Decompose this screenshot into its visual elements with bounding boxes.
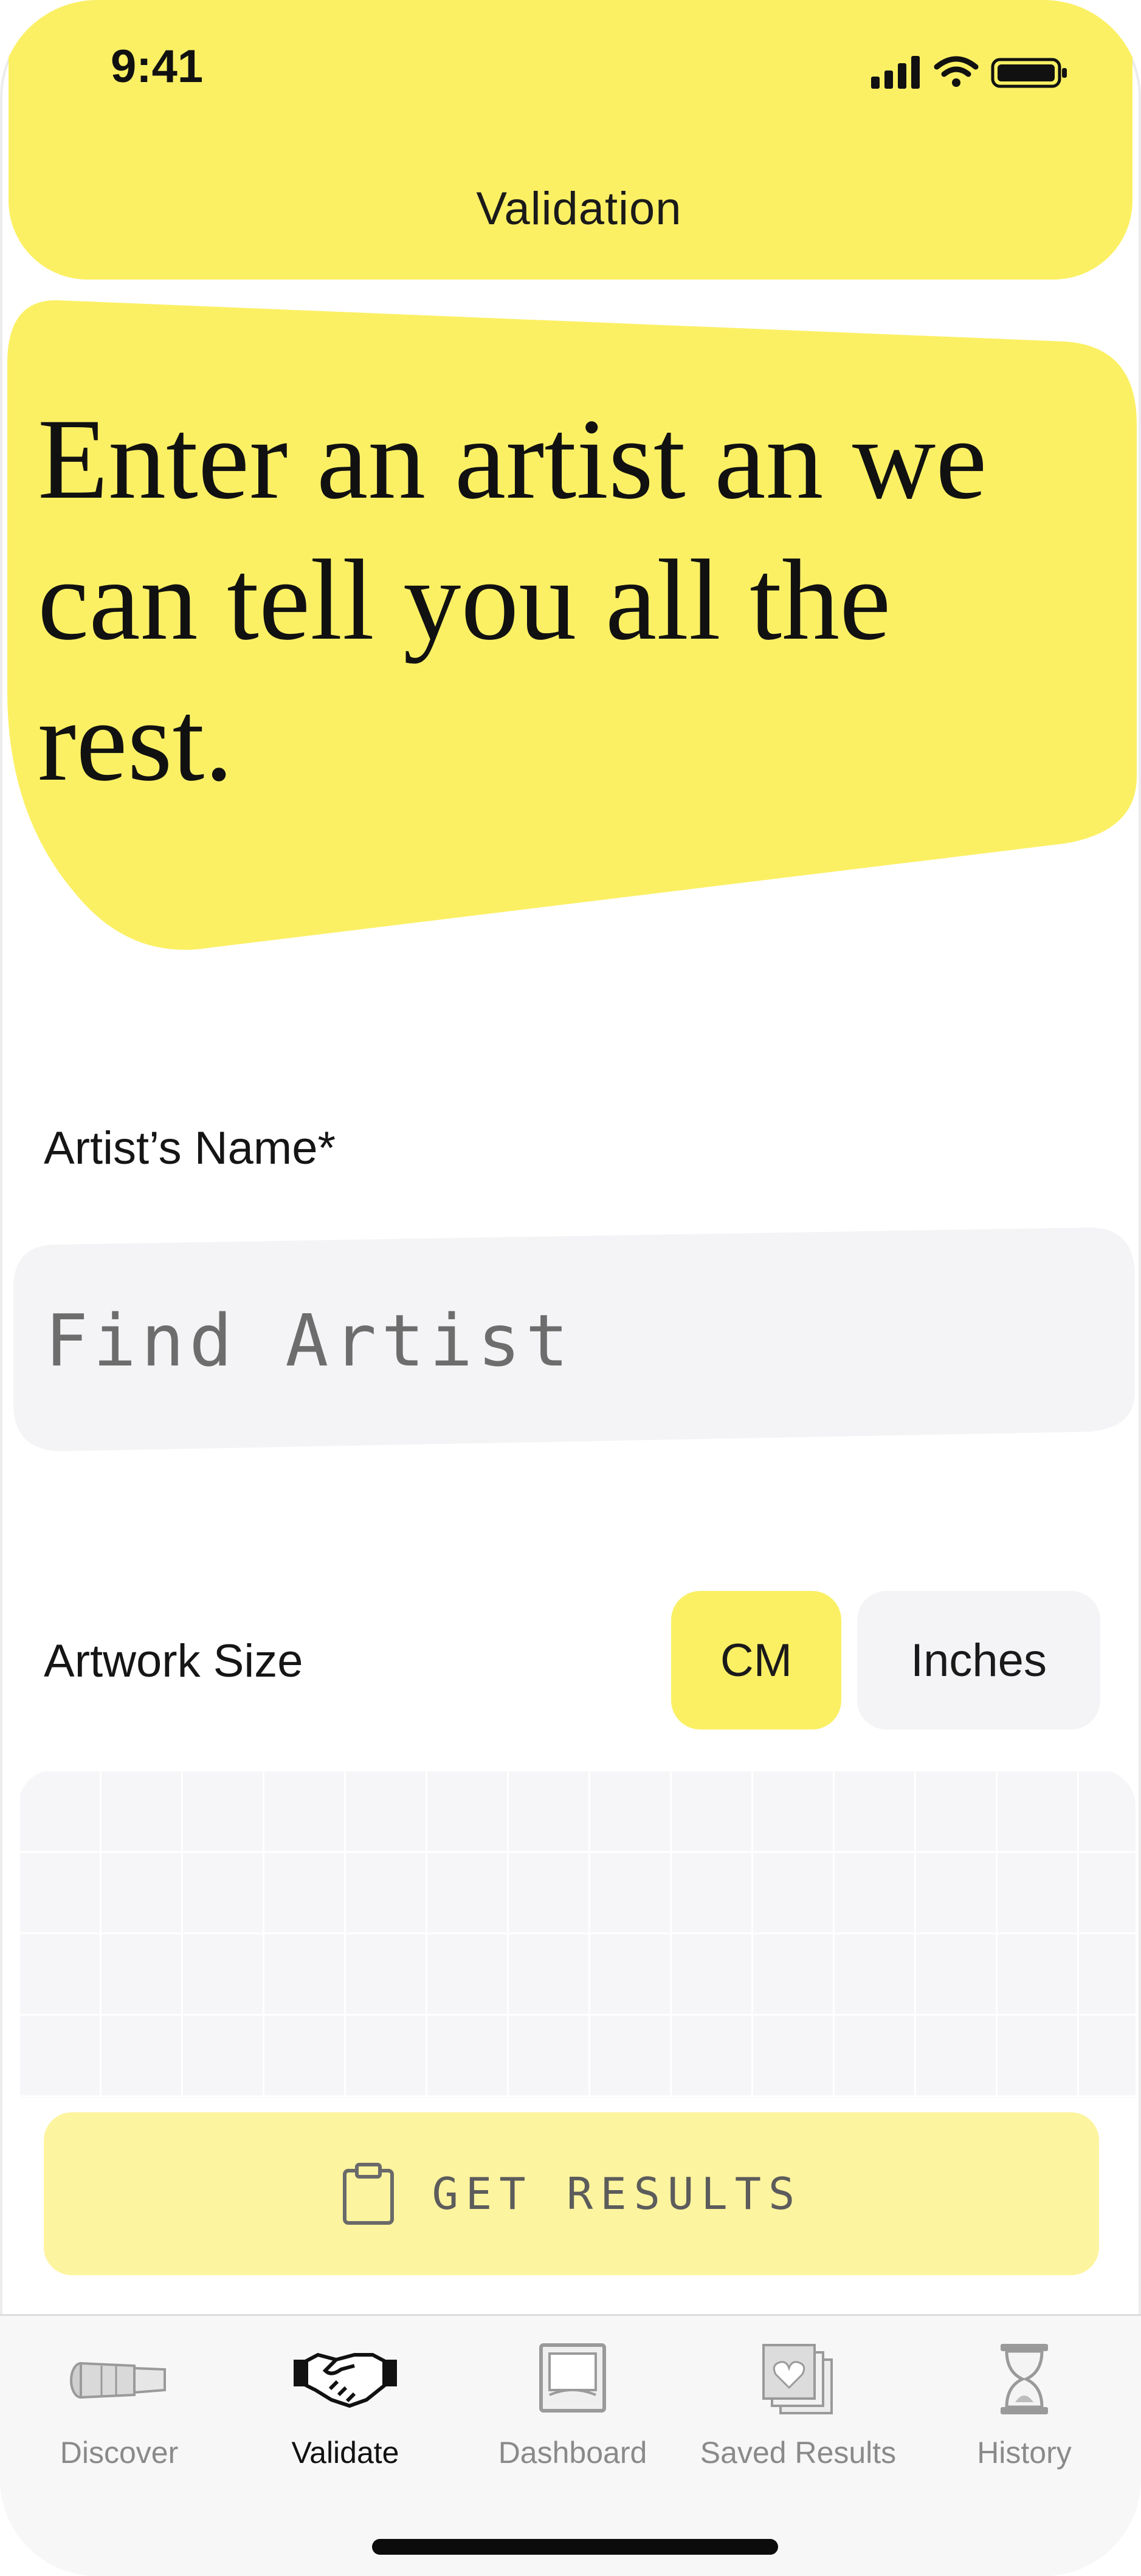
artist-search-field[interactable] xyxy=(13,1228,1135,1451)
battery-icon xyxy=(991,58,1067,88)
clipboard-icon xyxy=(342,2163,394,2225)
saved-stack-icon xyxy=(762,2344,833,2414)
unit-inches-button[interactable]: Inches xyxy=(857,1591,1100,1729)
tab-validate[interactable]: Validate xyxy=(236,2316,455,2498)
tab-discover[interactable]: Discover xyxy=(10,2316,229,2498)
dashboard-frame-icon xyxy=(539,2343,606,2413)
artwork-size-label: Artwork Size xyxy=(44,1635,303,1687)
status-icons xyxy=(871,56,1067,89)
page-title: Validation xyxy=(476,183,682,235)
tab-label-discover: Discover xyxy=(60,2436,179,2470)
wifi-icon xyxy=(934,56,979,87)
app-header: 9:41 Validation xyxy=(9,0,1132,280)
unit-cm-button[interactable]: CM xyxy=(671,1591,841,1729)
telescope-icon xyxy=(70,2361,166,2399)
tab-label-history: History xyxy=(977,2436,1072,2470)
signal-icon xyxy=(871,56,920,89)
get-results-button[interactable]: GET RESULTS xyxy=(44,2112,1099,2275)
tab-history[interactable]: History xyxy=(915,2316,1134,2498)
hourglass-icon xyxy=(1001,2344,1048,2414)
status-time: 9:41 xyxy=(111,41,204,92)
tab-dashboard[interactable]: Dashboard xyxy=(463,2316,682,2498)
tab-label-saved-results: Saved Results xyxy=(700,2436,897,2470)
tab-label-validate: Validate xyxy=(291,2436,399,2470)
tab-bar: Discover Validate Dashboard Saved Result… xyxy=(0,2314,1141,2576)
home-indicator[interactable] xyxy=(372,2539,778,2555)
tab-saved-results[interactable]: Saved Results xyxy=(689,2316,908,2498)
handshake-icon xyxy=(294,2353,397,2408)
phone-screen: 9:41 Validation Enter an artist an we ca… xyxy=(0,0,1141,2576)
tab-label-dashboard: Dashboard xyxy=(498,2436,647,2470)
size-grid-area[interactable] xyxy=(18,1770,1136,2098)
artist-name-label: Artist’s Name* xyxy=(44,1122,336,1174)
hero-heading: Enter an artist an we can tell you all t… xyxy=(38,396,987,805)
get-results-label: GET RESULTS xyxy=(432,2168,802,2219)
artist-search-input[interactable] xyxy=(44,1294,1080,1387)
